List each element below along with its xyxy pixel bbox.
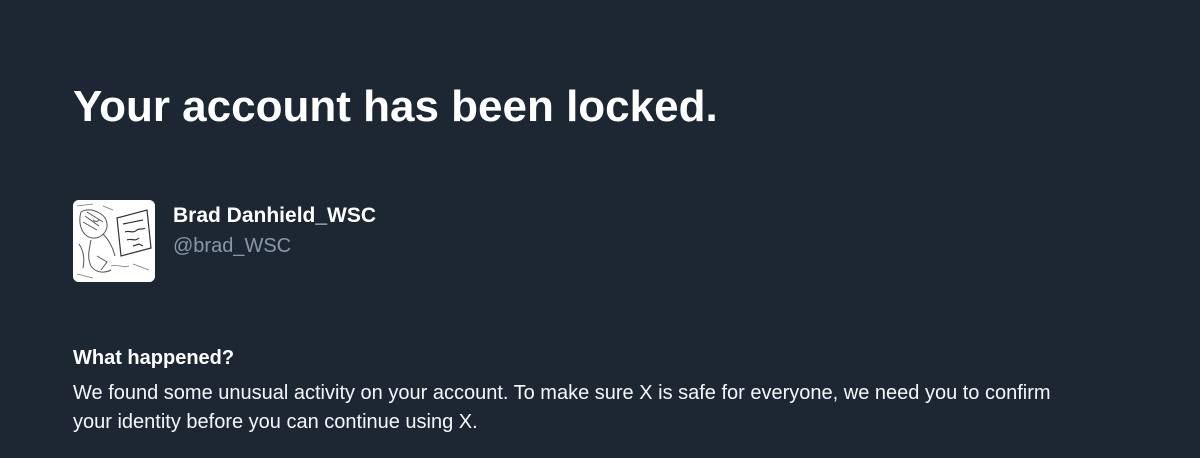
- page-title: Your account has been locked.: [73, 82, 718, 131]
- display-name: Brad Danhield_WSC: [173, 204, 377, 227]
- account-card: Brad Danhield_WSC @brad_WSC: [73, 200, 376, 282]
- avatar: [73, 200, 155, 282]
- what-happened-section: What happened? We found some unusual act…: [73, 345, 1073, 437]
- sketch-avatar-icon: [73, 200, 155, 282]
- section-body: We found some unusual activity on your a…: [73, 382, 1051, 433]
- account-handle: @brad_WSC: [173, 235, 292, 257]
- account-names: Brad Danhield_WSC @brad_WSC: [173, 200, 376, 260]
- section-heading: What happened?: [73, 347, 235, 369]
